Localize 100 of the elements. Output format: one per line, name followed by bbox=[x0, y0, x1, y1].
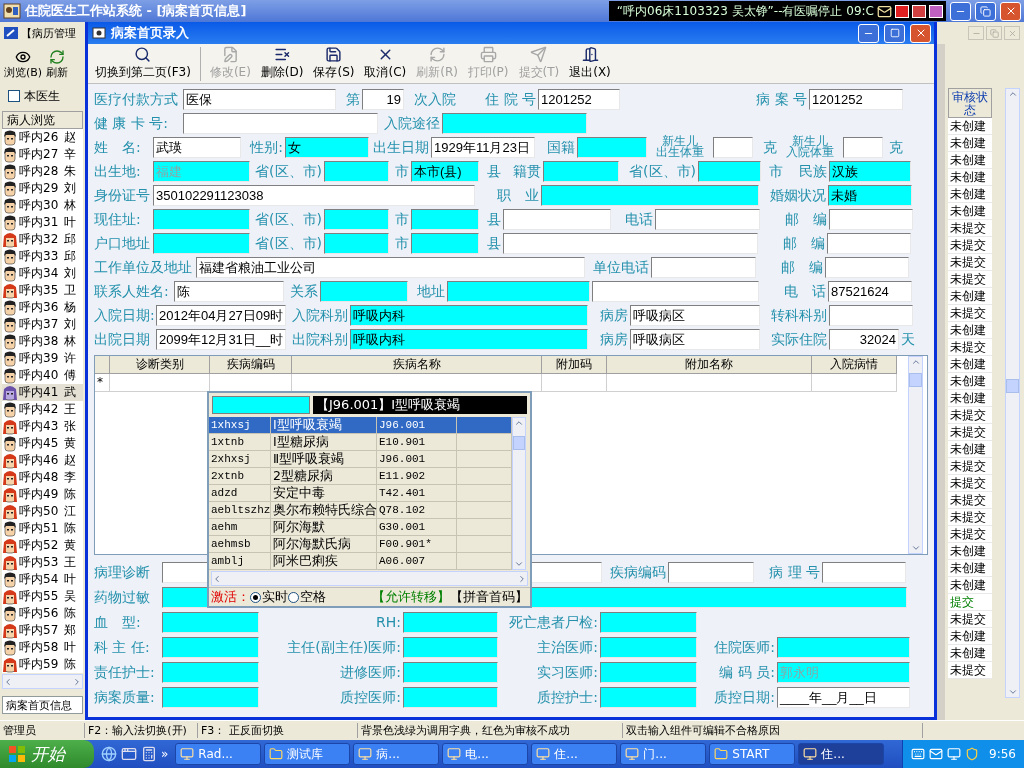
vertical-scrollbar[interactable] bbox=[1005, 88, 1020, 698]
text-field[interactable]: 2099年12月31日__时 bbox=[156, 328, 286, 350]
shield-icon[interactable] bbox=[965, 747, 980, 761]
network-icon[interactable] bbox=[947, 747, 962, 761]
table-cell[interactable] bbox=[812, 374, 897, 392]
toolbar-button[interactable]: 保存(S) bbox=[308, 46, 360, 81]
toolbar-button[interactable]: 退出(X) bbox=[564, 46, 616, 81]
scroll-thumb[interactable] bbox=[1006, 379, 1019, 393]
toolbar-button[interactable]: 删除(D) bbox=[255, 46, 309, 81]
text-field[interactable]: 汉族 bbox=[829, 160, 911, 182]
text-field[interactable]: 32024 bbox=[829, 328, 899, 350]
x-mark-icon[interactable] bbox=[929, 4, 943, 18]
text-field[interactable] bbox=[541, 184, 759, 206]
taskbar-button[interactable]: 门... bbox=[620, 743, 707, 765]
text-field[interactable] bbox=[829, 304, 913, 326]
text-field[interactable] bbox=[153, 232, 250, 254]
text-field[interactable] bbox=[503, 232, 758, 254]
toolbar-button[interactable]: 取消(C) bbox=[359, 46, 412, 81]
taskbar-button[interactable]: 住... bbox=[798, 743, 885, 765]
text-field[interactable] bbox=[822, 561, 906, 583]
keyboard-icon[interactable] bbox=[911, 747, 926, 761]
text-field[interactable] bbox=[183, 112, 378, 134]
text-field[interactable] bbox=[411, 232, 479, 254]
text-field[interactable]: 2012年04月27日09时 bbox=[156, 304, 286, 326]
lookup-row[interactable]: 1xtnb Ⅰ型糖尿病 E10.901 bbox=[209, 434, 512, 451]
text-field[interactable] bbox=[162, 611, 259, 633]
lookup-row[interactable]: aehmsb 阿尔海默氏病 F00.901* bbox=[209, 536, 512, 553]
text-field[interactable] bbox=[843, 136, 883, 158]
text-field[interactable]: 武瑛 bbox=[153, 136, 241, 158]
text-field[interactable]: 医保 bbox=[183, 88, 336, 110]
text-field[interactable]: 1201252 bbox=[538, 88, 620, 110]
text-field[interactable]: 本市(县) bbox=[411, 160, 479, 182]
text-field[interactable] bbox=[324, 160, 389, 182]
horizontal-scrollbar[interactable] bbox=[211, 571, 528, 586]
text-field[interactable] bbox=[324, 232, 389, 254]
lookup-row[interactable]: aehm 阿尔海默 G30.001 bbox=[209, 519, 512, 536]
vertical-scrollbar[interactable] bbox=[512, 417, 526, 570]
flag-icon[interactable] bbox=[895, 4, 909, 18]
alert-icon[interactable] bbox=[912, 4, 926, 18]
text-field[interactable] bbox=[668, 561, 754, 583]
taskbar-button[interactable]: 测试库 bbox=[264, 743, 351, 765]
text-field[interactable]: 呼吸病区 bbox=[630, 304, 760, 326]
text-field[interactable] bbox=[600, 661, 697, 683]
text-field[interactable]: 陈 bbox=[174, 280, 284, 302]
text-field[interactable]: 350102291123038 bbox=[153, 184, 475, 206]
mode-radio[interactable]: 空格 bbox=[288, 588, 326, 606]
text-field[interactable] bbox=[577, 136, 647, 158]
text-field[interactable] bbox=[592, 280, 759, 302]
text-field[interactable] bbox=[403, 636, 498, 658]
toolbar-button[interactable]: 浏览(B) bbox=[4, 49, 43, 80]
text-field[interactable] bbox=[320, 280, 408, 302]
lookup-row[interactable]: 1xhxsj Ⅰ型呼吸衰竭 J96.001 bbox=[209, 417, 512, 434]
table-cell[interactable] bbox=[542, 374, 607, 392]
taskbar-button[interactable]: 电... bbox=[442, 743, 529, 765]
text-field[interactable] bbox=[324, 208, 389, 230]
table-cell[interactable] bbox=[110, 374, 210, 392]
scroll-thumb[interactable] bbox=[909, 373, 922, 387]
text-field[interactable]: 呼吸内科 bbox=[350, 328, 588, 350]
text-field[interactable]: 1929年11月23日 bbox=[431, 136, 535, 158]
text-field[interactable] bbox=[713, 136, 753, 158]
tab[interactable]: 病案首页信息 bbox=[2, 696, 83, 714]
lookup-row[interactable]: aebltszhz 奥尔布赖特氏综合 Q78.102 bbox=[209, 502, 512, 519]
maximize-button[interactable] bbox=[884, 23, 905, 43]
calculator-icon[interactable] bbox=[141, 746, 157, 762]
horizontal-scrollbar[interactable] bbox=[2, 674, 83, 689]
text-field[interactable]: 19 bbox=[362, 88, 404, 110]
toolbar-button[interactable]: 刷新 bbox=[46, 49, 69, 80]
text-field[interactable] bbox=[162, 686, 259, 708]
mail-icon[interactable] bbox=[877, 3, 892, 19]
text-field[interactable] bbox=[600, 636, 697, 658]
text-field[interactable] bbox=[403, 661, 498, 683]
taskbar-button[interactable]: 住... bbox=[531, 743, 618, 765]
text-field[interactable] bbox=[655, 208, 760, 230]
text-field[interactable]: 未婚 bbox=[828, 184, 912, 206]
search-field[interactable] bbox=[212, 396, 310, 414]
taskbar-button[interactable]: START bbox=[709, 743, 796, 765]
scroll-thumb[interactable] bbox=[513, 436, 525, 450]
text-field[interactable] bbox=[403, 686, 498, 708]
text-field[interactable] bbox=[153, 208, 250, 230]
menu-item[interactable]: 【病历管理 bbox=[21, 25, 76, 41]
text-field[interactable] bbox=[600, 611, 697, 633]
lookup-row[interactable]: adzd 安定中毒 T42.401 bbox=[209, 485, 512, 502]
text-field[interactable] bbox=[600, 686, 697, 708]
text-field[interactable] bbox=[162, 661, 259, 683]
text-field[interactable]: 呼吸病区 bbox=[630, 328, 760, 350]
text-field[interactable] bbox=[777, 636, 910, 658]
text-field[interactable] bbox=[403, 611, 498, 633]
text-field[interactable] bbox=[829, 208, 913, 230]
vertical-scrollbar[interactable] bbox=[908, 356, 923, 554]
text-field[interactable] bbox=[543, 160, 619, 182]
lookup-row[interactable]: 2xtnb 2型糖尿病 E11.902 bbox=[209, 468, 512, 485]
taskbar-button[interactable]: 病... bbox=[353, 743, 440, 765]
start-button[interactable]: 开始 bbox=[0, 740, 94, 768]
text-field[interactable]: 1201252 bbox=[809, 88, 903, 110]
text-field[interactable] bbox=[503, 208, 611, 230]
text-field[interactable] bbox=[447, 280, 590, 302]
text-field[interactable] bbox=[411, 208, 479, 230]
text-field[interactable] bbox=[162, 636, 259, 658]
text-field[interactable] bbox=[698, 160, 761, 182]
lookup-row[interactable]: amblj 阿米巴痢疾 A06.007 bbox=[209, 553, 512, 570]
